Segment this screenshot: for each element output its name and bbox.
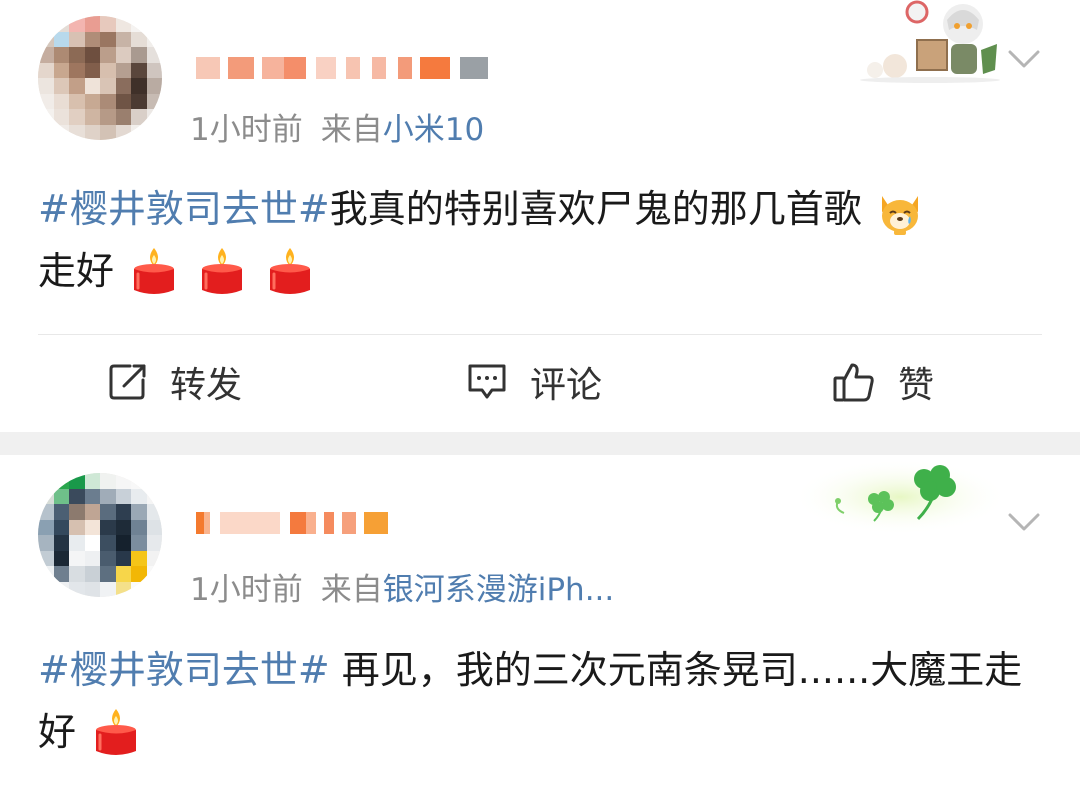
post-time: 1小时前	[190, 572, 303, 608]
clover-card-decoration	[792, 459, 1008, 535]
comment-label: 评论	[530, 365, 603, 406]
weibo-post[interactable]: 1小时前 来自银河系漫游iPh... #樱井敦司去世# 再见，我的三次元南条晃司.…	[0, 455, 1080, 790]
post-text: 我真的特别喜欢尸鬼的那几首歌	[329, 187, 862, 231]
divider	[38, 334, 1042, 335]
topic-hashtag-link[interactable]: #樱井敦司去世#	[38, 187, 330, 231]
candle-emoji	[96, 709, 137, 755]
source-prefix: 来自	[320, 572, 383, 608]
avatar[interactable]	[38, 473, 162, 597]
post-text-line2: 走好	[38, 249, 115, 293]
source-prefix: 来自	[320, 112, 383, 148]
feed-separator	[0, 432, 1080, 455]
card-decoration-illustration	[860, 0, 1000, 83]
share-square-icon	[109, 364, 146, 400]
candle-emoji	[134, 248, 175, 294]
source-device-link[interactable]: 银河系漫游iPh...	[383, 572, 615, 608]
source-device-link[interactable]: 小米10	[383, 112, 484, 148]
like-label: 赞	[898, 365, 935, 406]
post-content: #樱井敦司去世#我真的特别喜欢尸鬼的那几首歌 走好	[38, 178, 1042, 302]
repost-button[interactable]: 转发	[108, 352, 242, 412]
avatar-pixelated-image	[38, 473, 162, 597]
candle-emoji	[270, 248, 311, 294]
post-action-bar: 转发 评论 赞	[0, 352, 1080, 412]
repost-label: 转发	[170, 365, 243, 406]
weibo-post[interactable]: 1小时前 来自小米10 #樱井敦司去世#我真的特别喜欢尸鬼的那几首歌 走好 转发…	[0, 0, 1080, 432]
username-redacted[interactable]	[196, 50, 488, 86]
post-meta: 1小时前 来自小米10	[190, 110, 484, 150]
crying-dog-emoji	[881, 196, 918, 235]
comment-bubble-icon	[468, 364, 506, 399]
chevron-down-icon[interactable]	[1006, 40, 1042, 76]
avatar-pixelated-image	[38, 16, 162, 140]
like-button[interactable]: 赞	[832, 352, 934, 412]
topic-hashtag-link[interactable]: #樱井敦司去世#	[38, 648, 330, 692]
chevron-down-icon[interactable]	[1006, 503, 1042, 539]
candle-emoji	[202, 248, 243, 294]
post-time: 1小时前	[190, 112, 303, 148]
post-content: #樱井敦司去世# 再见，我的三次元南条晃司......大魔王走好	[38, 639, 1042, 763]
username-redacted[interactable]	[196, 505, 388, 541]
avatar[interactable]	[38, 16, 162, 140]
post-meta: 1小时前 来自银河系漫游iPh...	[190, 570, 614, 610]
comment-button[interactable]: 评论	[466, 352, 602, 412]
thumbs-up-icon	[833, 363, 874, 402]
